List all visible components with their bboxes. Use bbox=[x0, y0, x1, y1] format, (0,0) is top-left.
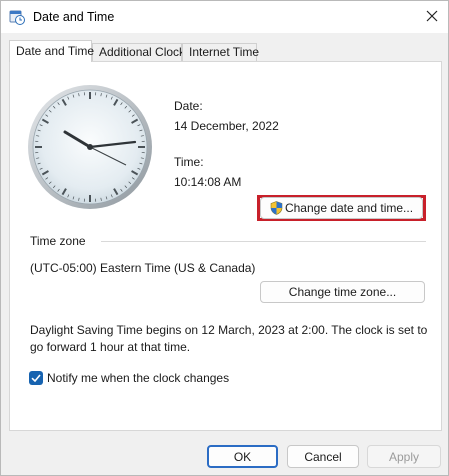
close-icon bbox=[426, 10, 438, 22]
date-time-app-icon bbox=[9, 9, 25, 25]
time-value: 10:14:08 AM bbox=[174, 175, 242, 189]
close-button[interactable] bbox=[419, 5, 445, 29]
dst-text-line-1: Daylight Saving Time begins on 12 March,… bbox=[30, 323, 428, 337]
tab-internet-time[interactable]: Internet Time bbox=[182, 43, 259, 62]
date-value: 14 December, 2022 bbox=[174, 119, 279, 133]
cancel-button[interactable]: Cancel bbox=[287, 445, 359, 468]
notify-checkbox[interactable] bbox=[29, 371, 43, 385]
time-zone-section-label: Time zone bbox=[30, 234, 86, 248]
date-label: Date: bbox=[174, 99, 203, 113]
change-date-time-button[interactable]: Change date and time... bbox=[260, 197, 423, 219]
dialog-footer: OK Cancel Apply bbox=[1, 433, 448, 475]
tab-additional-clocks[interactable]: Additional Clocks bbox=[92, 43, 191, 62]
time-label: Time: bbox=[174, 155, 204, 169]
uac-shield-icon bbox=[270, 201, 283, 215]
change-date-time-label: Change date and time... bbox=[284, 201, 414, 215]
ok-button[interactable]: OK bbox=[207, 445, 278, 468]
time-zone-divider bbox=[101, 241, 426, 242]
notify-label[interactable]: Notify me when the clock changes bbox=[47, 371, 229, 385]
checkmark-icon bbox=[31, 374, 41, 383]
analog-clock bbox=[28, 85, 152, 209]
apply-button[interactable]: Apply bbox=[367, 445, 441, 468]
change-time-zone-button[interactable]: Change time zone... bbox=[260, 281, 425, 303]
window-title: Date and Time bbox=[33, 10, 115, 24]
date-time-dialog: Date and Time Date and Time Additional C… bbox=[0, 0, 449, 476]
time-zone-value: (UTC-05:00) Eastern Time (US & Canada) bbox=[30, 261, 256, 275]
tab-panel-date-and-time: Date: 14 December, 2022 Time: 10:14:08 A… bbox=[9, 61, 442, 431]
tab-date-and-time[interactable]: Date and Time bbox=[9, 40, 94, 62]
dst-text-line-2: go forward 1 hour at that time. bbox=[30, 340, 191, 354]
title-bar: Date and Time bbox=[1, 1, 448, 33]
